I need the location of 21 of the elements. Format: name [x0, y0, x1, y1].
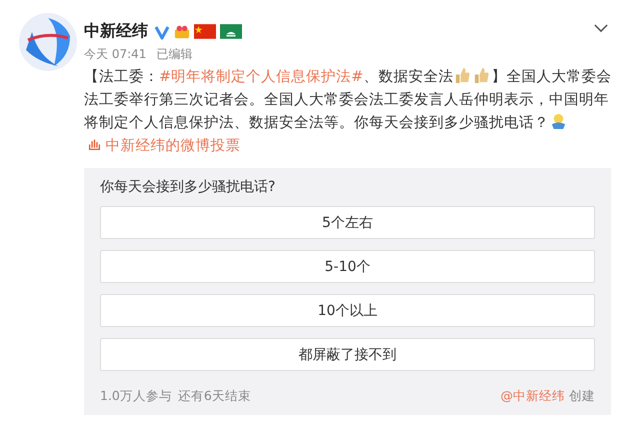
post-text: 【法工委：#明年将制定个人信息保护法#、数据安全法 】全国人大常委会法工委举行第三次记者会。全国人大常委会法工委发言人岳仲明表示，中国明年将制定个人信息保护法、数据安全法等。你每天会接到多少骚扰电话？ 中新经纬的微博投票 [84, 66, 612, 156]
time-remaining: 还有6天结束 [178, 388, 251, 405]
chevron-down-icon[interactable] [594, 24, 608, 33]
thumbs-up-icon [454, 67, 472, 84]
created-label: 创建 [569, 388, 595, 405]
figure-icon [550, 113, 567, 130]
poll-option[interactable]: 都屏蔽了接不到 [100, 338, 595, 371]
poll-option[interactable]: 5-10个 [100, 250, 595, 283]
poll-option[interactable]: 5个左右 [100, 206, 595, 239]
avatar-logo[interactable] [18, 12, 78, 72]
flag-icon [194, 24, 216, 39]
poll-icon [88, 138, 101, 151]
flag-icon [220, 24, 242, 39]
edited-label: 已编辑 [156, 46, 192, 63]
post-time: 今天 07:41 [84, 46, 146, 63]
verified-icon [154, 24, 170, 40]
poll-question: 你每天会接到多少骚扰电话? [100, 178, 276, 196]
author-name[interactable]: 中新经纬 [84, 21, 148, 42]
participant-count: 1.0万人参与 [100, 388, 172, 405]
thumbs-up-icon [473, 67, 490, 84]
poll-option[interactable]: 10个以上 [100, 294, 595, 327]
